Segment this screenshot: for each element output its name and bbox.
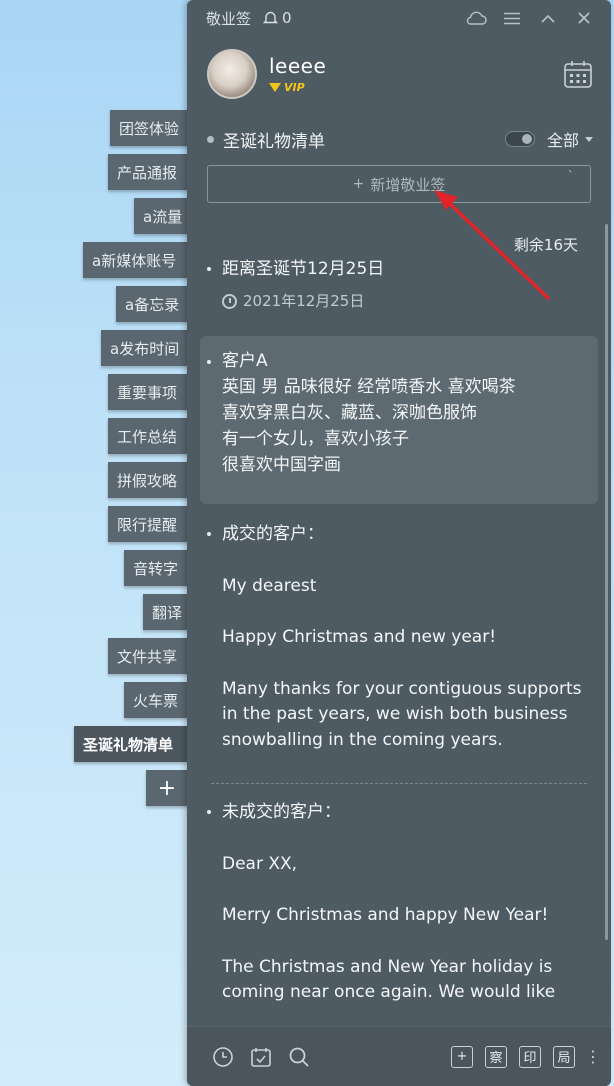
tab-label: a备忘录 [125, 295, 180, 314]
add-note-label: 新增敬业签 [370, 175, 446, 194]
bullet-icon [207, 810, 211, 814]
bullet-icon [207, 532, 211, 536]
tab-label: 重要事项 [117, 383, 178, 402]
note-line: Many thanks for your contiguous supports… [222, 678, 582, 750]
vip-label: VIP [284, 81, 305, 94]
sidebar-tab[interactable]: 团签体验 [110, 110, 188, 146]
note-title: 未成交的客户： [222, 802, 341, 822]
cloud-sync-icon[interactable] [463, 5, 489, 31]
view-toggle[interactable] [504, 131, 535, 147]
sidebar-tabs: 团签体验 产品通报 a流量 a新媒体账号 a备忘录 a发布时间 重要事项 工作总… [0, 0, 190, 1086]
tab-label: 工作总结 [117, 427, 178, 446]
note-closed-customer[interactable]: 成交的客户： My dearest Happy Christmas and ne… [187, 522, 611, 753]
sidebar-tab[interactable]: 产品通报 [108, 154, 188, 190]
reminder-date: 2021年12月25日 [222, 289, 587, 315]
sidebar-tab[interactable]: 重要事项 [108, 374, 188, 410]
sidebar-tab[interactable]: 文件共享 [108, 638, 188, 674]
notify-count: 0 [282, 9, 292, 27]
note-line: 英国 男 品味很好 经常喷香水 喜欢喝茶 [222, 377, 516, 397]
sidebar-tab[interactable]: 限行提醒 [108, 506, 188, 542]
list-header: 圣诞礼物清单 全部 [187, 122, 611, 156]
sidebar-tab[interactable]: 翻译 [143, 594, 188, 630]
main-panel: 敬业签 0 leeee VIP 圣诞礼物清单 全部 + 新增敬业签 ` 剩余16… [187, 0, 611, 1086]
titlebar: 敬业签 0 [187, 0, 611, 36]
tab-label: 拼假攻略 [117, 471, 178, 490]
list-dot-icon [207, 135, 214, 143]
calendar-check-icon[interactable] [249, 1045, 273, 1069]
sidebar-tab[interactable]: a发布时间 [101, 330, 188, 366]
tab-label: a新媒体账号 [92, 251, 177, 270]
chevron-down-icon[interactable] [585, 136, 593, 142]
sidebar-tab[interactable]: 火车票 [124, 682, 188, 718]
tab-label: 产品通报 [117, 163, 178, 182]
clock-icon[interactable] [211, 1045, 235, 1069]
search-icon[interactable] [287, 1045, 311, 1069]
sidebar-tab[interactable]: 拼假攻略 [108, 462, 188, 498]
note-open-customer[interactable]: 未成交的客户： Dear XX, Merry Christmas and hap… [187, 800, 611, 1006]
note-title: 成交的客户： [222, 524, 324, 544]
user-header: leeee VIP [187, 36, 611, 112]
user-name: leeee [269, 54, 327, 78]
review-button[interactable]: 察 [485, 1045, 507, 1068]
more-vertical-icon[interactable]: ⋮ [585, 1048, 601, 1064]
plus-icon: + [157, 775, 177, 801]
sidebar-tab[interactable]: a流量 [134, 198, 188, 234]
list-title: 圣诞礼物清单 [223, 131, 325, 152]
tab-label: 火车票 [133, 691, 179, 710]
collapse-icon[interactable] [535, 5, 561, 31]
add-note-input[interactable]: + 新增敬业签 ` [207, 165, 591, 203]
note-title: 客户A [222, 351, 268, 371]
layout-button[interactable]: 局 [553, 1045, 575, 1068]
sidebar-tab-active[interactable]: 圣诞礼物清单 [74, 726, 188, 762]
bell-icon[interactable] [263, 10, 279, 26]
bullet-icon [207, 360, 211, 364]
note-line: The Christmas and New Year holiday is co… [222, 956, 556, 1003]
print-button[interactable]: 印 [519, 1045, 541, 1068]
menu-icon[interactable] [499, 5, 525, 31]
divider [211, 783, 587, 784]
note-line: 很喜欢中国字画 [222, 455, 341, 475]
note-line: Dear XX, [222, 853, 298, 874]
tab-label: 团签体验 [119, 119, 180, 138]
note-line: Merry Christmas and happy New Year! [222, 905, 549, 925]
tab-label: 圣诞礼物清单 [83, 735, 174, 754]
avatar[interactable] [207, 49, 257, 99]
tab-label: 音转字 [133, 559, 179, 578]
notes-list: 剩余16天 距离圣诞节12月25日 2021年12月25日 客户A 英国 男 品… [187, 220, 611, 1020]
remaining-days: 剩余16天 [513, 236, 578, 254]
sidebar-tab[interactable]: 工作总结 [108, 418, 188, 454]
sidebar-tab[interactable]: a备忘录 [116, 286, 188, 322]
calendar-icon[interactable] [563, 59, 593, 89]
note-line: Happy Christmas and new year! [222, 627, 497, 647]
note-customer-a[interactable]: 客户A 英国 男 品味很好 经常喷香水 喜欢喝茶 喜欢穿黑白灰、藏蓝、深咖色服饰… [200, 336, 598, 504]
add-button[interactable]: + [451, 1045, 473, 1068]
tab-label: 翻译 [152, 603, 183, 622]
note-line: 有一个女儿，喜欢小孩子 [222, 429, 409, 449]
note-title: 距离圣诞节12月25日 [222, 259, 385, 279]
note-line: 喜欢穿黑白灰、藏蓝、深咖色服饰 [222, 403, 477, 423]
app-title: 敬业签 [206, 9, 252, 28]
note-countdown[interactable]: 距离圣诞节12月25日 2021年12月25日 [187, 257, 611, 314]
clock-icon [222, 293, 237, 309]
tab-label: 限行提醒 [117, 515, 178, 534]
more-icon[interactable]: ` [568, 170, 575, 185]
plus-icon: + [352, 176, 365, 192]
bottom-toolbar: + 察 印 局 ⋮ [187, 1026, 611, 1086]
tab-label: 文件共享 [117, 647, 178, 666]
bullet-icon [207, 267, 211, 271]
tab-label: a发布时间 [110, 339, 180, 358]
sidebar-tab[interactable]: 音转字 [124, 550, 188, 586]
tab-label: a流量 [143, 207, 183, 226]
filter-select[interactable]: 全部 [547, 127, 579, 151]
sidebar-tab[interactable]: a新媒体账号 [83, 242, 188, 278]
vip-badge: VIP [269, 81, 326, 94]
note-line: My dearest [222, 575, 317, 596]
add-tab-button[interactable]: + [146, 770, 188, 806]
reminder-date-text: 2021年12月25日 [243, 291, 365, 310]
diamond-icon [269, 83, 281, 92]
close-icon[interactable] [571, 5, 597, 31]
